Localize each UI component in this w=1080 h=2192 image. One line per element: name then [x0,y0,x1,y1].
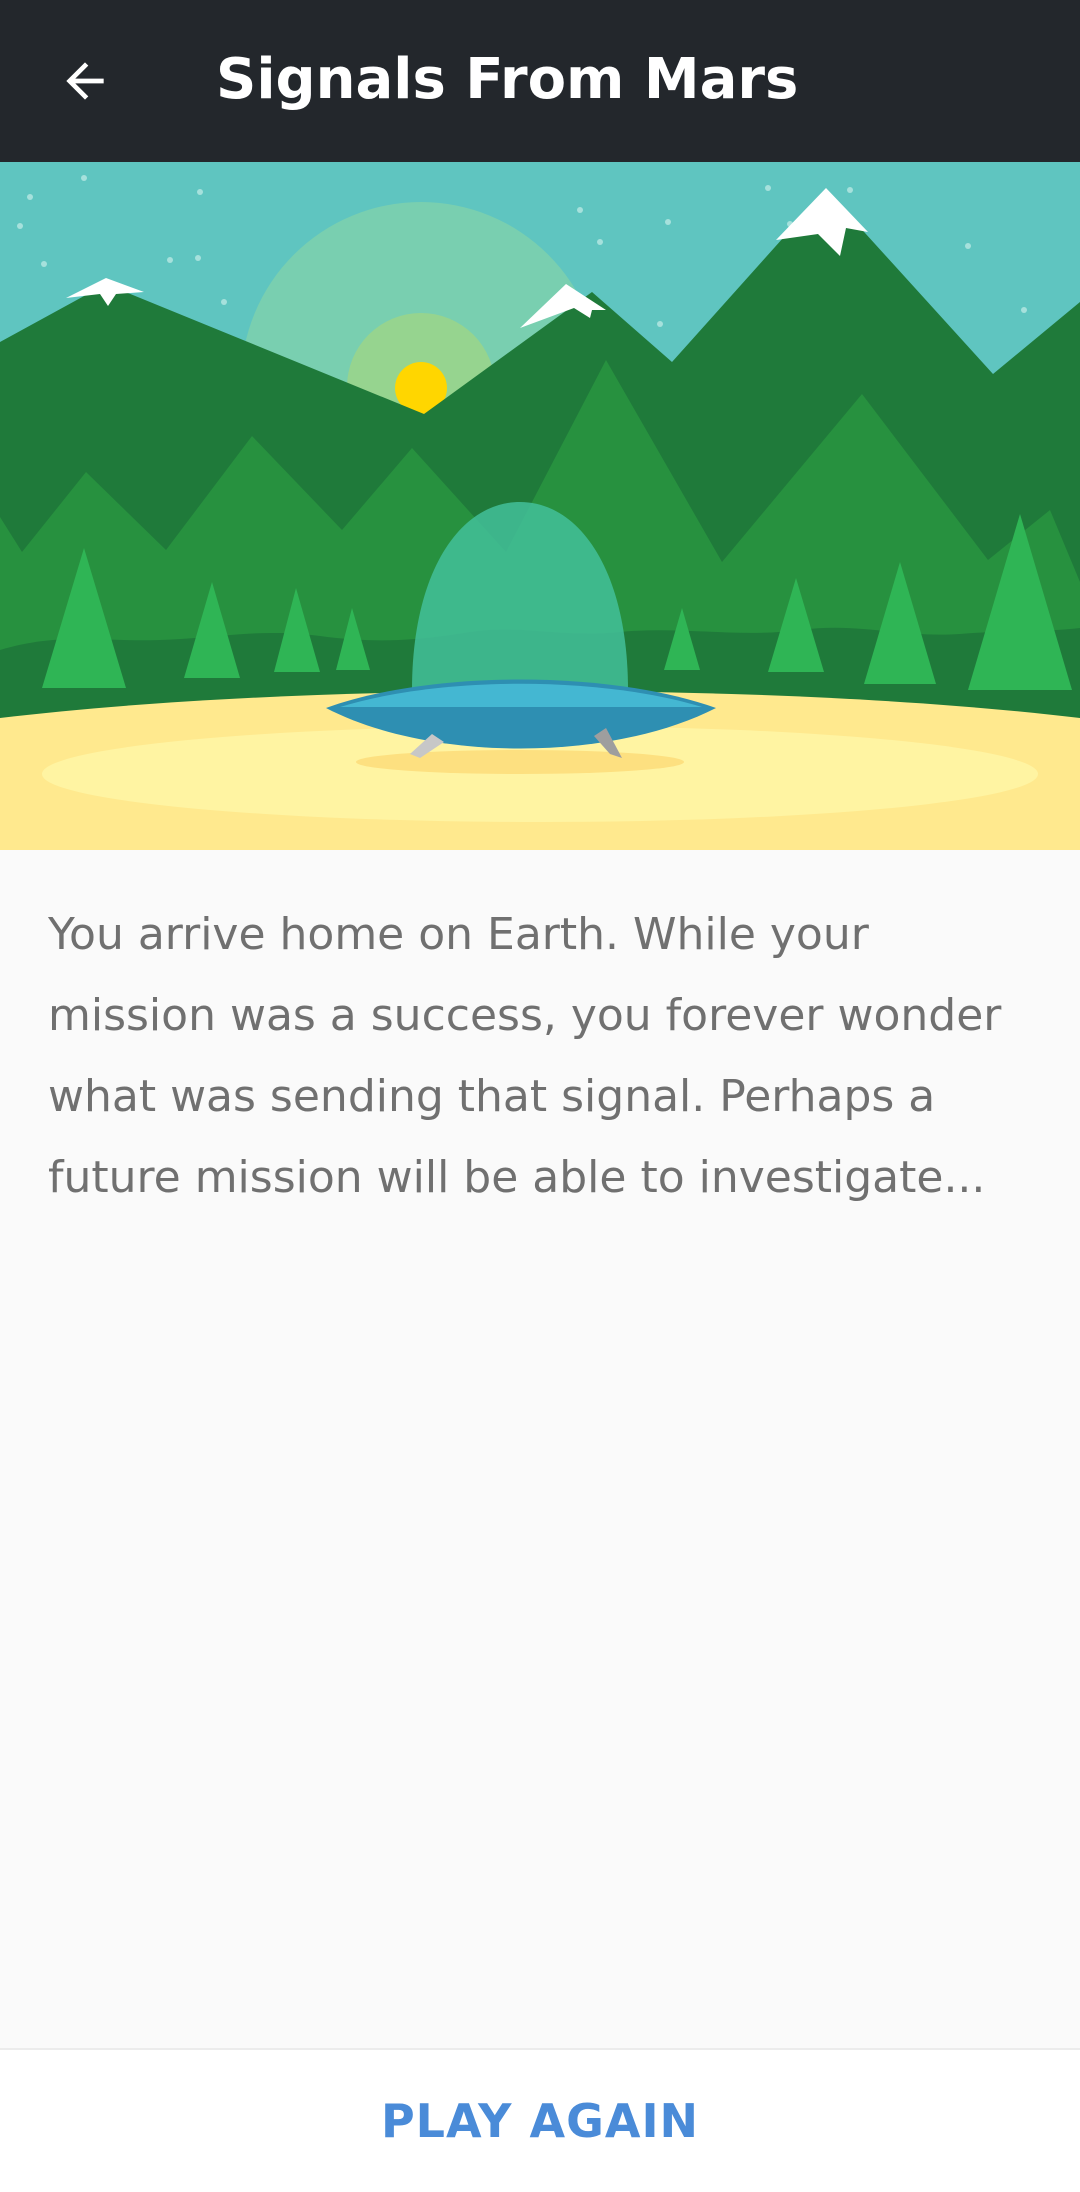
play-again-button[interactable]: PLAY AGAIN [341,2074,739,2168]
app-bar: Signals From Mars [0,0,1080,162]
page-title: Signals From Mars [216,47,799,112]
arrow-left-icon [66,62,104,100]
back-button[interactable] [40,36,130,126]
story-text: You arrive home on Earth. While your mis… [48,909,1002,1203]
hero-illustration [0,162,1080,850]
ufo-landing-illustration [0,162,1080,850]
bottom-bar: PLAY AGAIN [0,2048,1080,2192]
